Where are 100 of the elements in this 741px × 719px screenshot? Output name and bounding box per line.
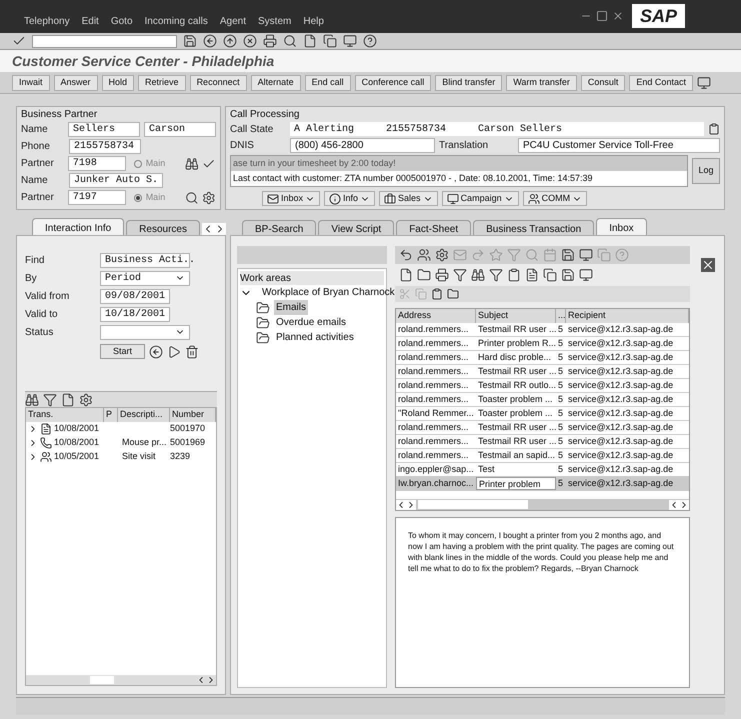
monitor-icon[interactable] [446,192,459,204]
back-icon[interactable] [203,34,217,48]
tree-item[interactable]: Emails [274,300,308,315]
text-field[interactable]: 2155758734 [69,139,141,154]
forward-icon[interactable] [167,344,182,358]
tab[interactable]: Fact-Sheet [396,220,472,235]
tab[interactable]: Resources [126,220,200,235]
copy-icon[interactable] [543,268,557,282]
start-button[interactable]: Start [100,344,146,359]
filter-icon[interactable] [43,392,57,406]
toolbar-button[interactable]: Reconnect [190,74,247,90]
scroll-left-icon[interactable] [669,500,679,510]
back-icon[interactable] [149,344,164,358]
quick-button[interactable]: Campaign [442,191,519,206]
text-field[interactable]: 10/18/2001 [100,306,170,322]
email-row[interactable]: roland.remmers... Testmail an sapid... 5 service@x12.r3.sap-ag.de [396,449,689,463]
tab[interactable]: BP-Search [242,220,316,235]
email-row[interactable]: roland.remmers... Testmail RR user ... 5 service@x12.r3.sap-ag.de [396,421,689,435]
save-icon[interactable] [183,34,197,48]
scroll-left-icon[interactable] [396,500,406,510]
phone-icon[interactable] [40,436,52,448]
close-icon[interactable] [701,258,715,272]
text-field[interactable]: Sellers [68,122,140,137]
quick-button[interactable]: Inbox [262,191,320,206]
close-icon[interactable] [612,10,624,22]
folder-icon[interactable] [447,288,459,300]
monitor-icon[interactable] [343,34,357,48]
clipboard-icon[interactable] [708,123,720,135]
folder-icon[interactable] [417,268,431,282]
text-field[interactable]: Business Acti.. [100,252,190,268]
monitor-icon[interactable] [696,76,711,90]
scroll-right-icon[interactable] [679,500,689,510]
quick-button[interactable]: Sales [379,191,438,206]
toolbar-button[interactable]: Consult [580,74,626,90]
toolbar-button[interactable]: Inwait [12,74,50,90]
toolbar-button[interactable]: Alternate [250,74,301,90]
email-row[interactable]: roland.remmers... Hard disc proble... 5 service@x12.r3.sap-ag.de [396,351,689,365]
info-icon[interactable] [329,192,342,204]
radio-button[interactable] [134,194,142,202]
toolbar-button[interactable]: Warm transfer [506,74,577,90]
text-field[interactable] [100,324,190,340]
undo-icon[interactable] [399,248,413,262]
email-row[interactable]: roland.remmers... Testmail RR user ... 5 service@x12.r3.sap-ag.de [396,365,689,379]
toolbar-button[interactable]: Conference call [354,74,432,90]
email-row[interactable]: Iw.bryan.charnoc... Printer problem 5 service@x12.r3.sap-ag.de [396,477,689,491]
menu-item[interactable]: Incoming calls [144,14,208,29]
binoculars-icon[interactable] [25,392,39,406]
quick-button[interactable]: COMM [522,191,588,206]
email-row[interactable]: roland.remmers... Toaster problem ... 5 service@x12.r3.sap-ag.de [396,393,689,407]
email-row[interactable]: "Roland Remmer... Toaster problem ... 5 service@x12.r3.sap-ag.de [396,407,689,421]
toolbar-button[interactable]: End Contact [629,74,693,90]
tree-item[interactable]: Overdue emails [274,315,348,330]
toolbar-button[interactable]: Blind transfer [435,74,502,90]
document-icon[interactable] [40,422,52,434]
scroll-right-icon[interactable] [214,223,226,235]
email-row[interactable]: roland.remmers... Testmail RR outlo... 5 service@x12.r3.sap-ag.de [396,379,689,393]
scroll-right-icon[interactable] [406,500,416,510]
filter-icon[interactable] [489,268,503,282]
folder-icon[interactable] [256,316,270,330]
column-header[interactable]: Trans. [26,408,104,422]
document-icon[interactable] [525,268,539,282]
copy-icon[interactable] [323,34,337,48]
binoculars-icon[interactable] [471,268,485,282]
monitor-icon[interactable] [579,248,593,262]
menu-item[interactable]: System [258,14,292,29]
toolbar-button[interactable]: Answer [54,74,98,90]
save-icon[interactable] [561,268,575,282]
text-field[interactable]: 7198 [68,156,126,171]
column-header[interactable]: Recipient [566,309,689,323]
save-icon[interactable] [561,248,575,262]
text-field[interactable]: 09/08/2001 [100,288,170,304]
radio-button[interactable] [134,160,142,168]
folder-icon[interactable] [256,330,270,344]
menu-item[interactable]: Telephony [24,14,70,29]
column-header[interactable]: ... [556,309,566,323]
people-icon[interactable] [40,450,52,462]
gear-icon[interactable] [79,392,93,406]
tree-item[interactable]: Workplace of Bryan Charnock [260,285,397,300]
log-button[interactable]: Log [692,158,720,184]
tab[interactable]: View Script [318,220,394,235]
file-icon[interactable] [399,268,413,282]
command-field[interactable] [32,34,177,48]
horizontal-scrollbar[interactable] [26,675,216,685]
printer-icon[interactable] [263,34,277,48]
column-header[interactable]: Descripti... [118,408,170,422]
gear-icon[interactable] [202,190,216,204]
quick-button[interactable]: Info [324,191,376,206]
gear-icon[interactable] [435,248,449,262]
tab[interactable]: Interaction Info [32,218,124,235]
binoculars-icon[interactable] [184,156,198,170]
mail-icon[interactable] [267,192,279,204]
email-row[interactable]: roland.remmers... Testmail RR user ... 5 service@x12.r3.sap-ag.de [396,435,689,449]
email-row[interactable]: roland.remmers... Testmail RR user ... 5 service@x12.r3.sap-ag.de [396,323,689,337]
text-field[interactable]: Period [100,270,190,286]
toolbar-button[interactable]: Retrieve [138,74,186,90]
trash-icon[interactable] [185,344,200,358]
column-header[interactable]: Address [396,309,476,323]
clipboard-icon[interactable] [431,288,443,300]
text-field[interactable]: PC4U Customer Service Toll-Free [518,138,720,152]
text-field[interactable]: (800) 456-2800 [290,138,435,152]
